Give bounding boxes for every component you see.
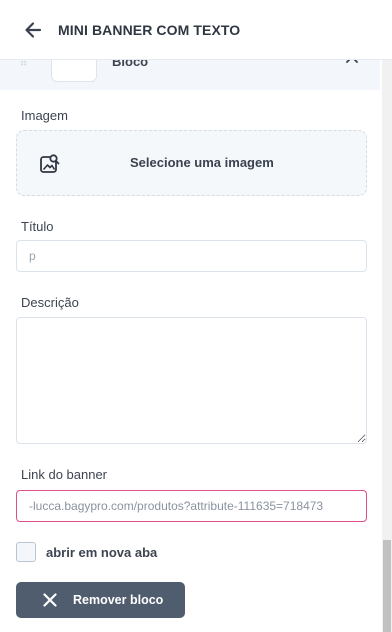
description-textarea[interactable] — [16, 317, 367, 444]
link-input[interactable]: -lucca.bagypro.com/produtos?attribute-11… — [16, 490, 367, 522]
page-title: MINI BANNER COM TEXTO — [58, 21, 241, 38]
image-label: Imagem — [21, 108, 68, 123]
image-search-icon — [40, 154, 60, 173]
link-label: Link do banner — [21, 467, 108, 482]
arrow-left-icon — [25, 21, 42, 38]
back-button[interactable] — [22, 19, 44, 41]
panel-header: MINI BANNER COM TEXTO — [0, 0, 392, 60]
block-thumbnail — [51, 60, 97, 82]
new-tab-checkbox[interactable] — [16, 542, 36, 562]
new-tab-option[interactable]: abrir em nova aba — [16, 541, 157, 563]
remove-block-label: Remover bloco — [73, 593, 164, 607]
new-tab-label: abrir em nova aba — [46, 544, 158, 560]
drag-handle-icon[interactable]: ⠿ — [20, 60, 30, 69]
description-label: Descrição — [21, 295, 79, 310]
title-label: Título — [21, 219, 54, 234]
title-input[interactable] — [16, 240, 367, 272]
block-row[interactable]: ⠿ Bloco — [0, 60, 380, 90]
block-label: Bloco — [112, 60, 149, 69]
remove-block-button[interactable]: Remover bloco — [16, 582, 185, 618]
image-picker[interactable]: Selecione uma imagem — [16, 130, 367, 196]
close-icon — [43, 593, 57, 607]
scrollbar-thumb[interactable] — [383, 540, 391, 632]
chevron-up-icon[interactable] — [344, 60, 360, 68]
image-picker-text: Selecione uma imagem — [130, 155, 274, 170]
